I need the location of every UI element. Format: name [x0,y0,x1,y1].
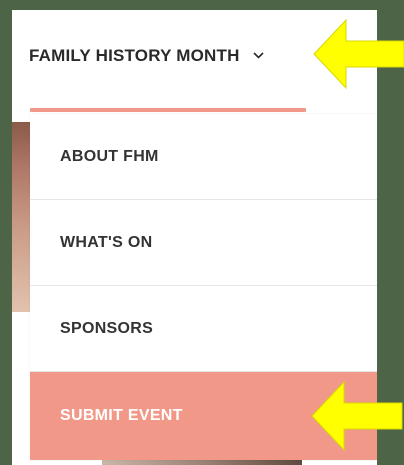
chevron-down-icon [252,48,264,62]
pointer-arrow-icon [311,380,403,452]
menu-item-label: WHAT'S ON [60,233,153,251]
nav-title: FAMILY HISTORY MONTH [29,46,240,65]
menu-item-label: SPONSORS [60,319,154,337]
menu-item-sponsors[interactable]: SPONSORS [30,286,377,372]
pointer-arrow-icon [313,18,404,90]
family-history-month-nav[interactable]: FAMILY HISTORY MONTH [29,46,264,66]
background-photo-left [12,122,32,312]
menu-item-whats-on[interactable]: WHAT'S ON [30,200,377,286]
menu-item-label: ABOUT FHM [60,147,159,165]
menu-item-label: SUBMIT EVENT [60,407,183,424]
active-nav-underline [30,108,306,112]
menu-item-about-fhm[interactable]: ABOUT FHM [30,114,377,200]
